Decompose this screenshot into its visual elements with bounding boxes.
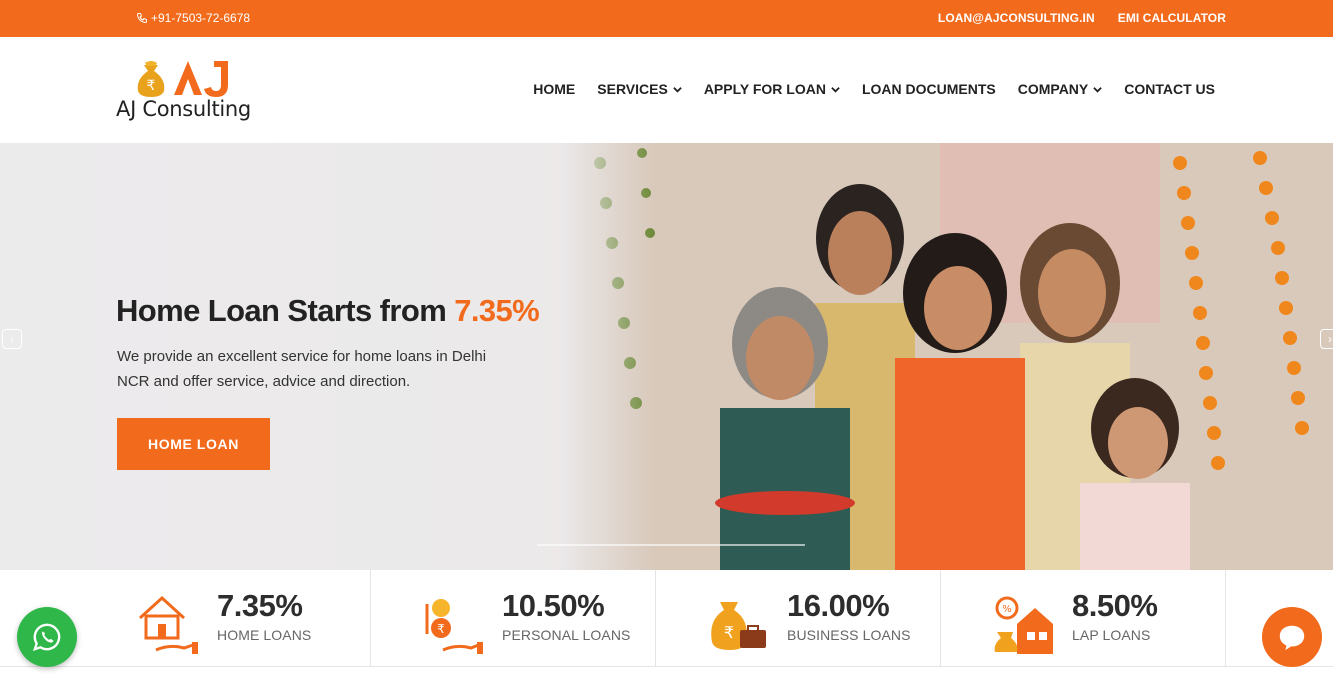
- nav-contact-label: CONTACT US: [1124, 81, 1215, 97]
- phone-number: +91-7503-72-6678: [151, 11, 251, 25]
- rupee-coin-hand-icon: ₹: [425, 599, 483, 654]
- rate-card-business[interactable]: ₹ 16.00% BUSINESS LOANS: [656, 570, 941, 666]
- hero-slider: Home Loan Starts from 7.35% We provide a…: [0, 143, 1333, 570]
- whatsapp-button[interactable]: [17, 607, 77, 667]
- nav-services[interactable]: SERVICES: [597, 81, 682, 97]
- nav-apply-label: APPLY FOR LOAN: [703, 81, 826, 97]
- nav-company-label: COMPANY: [1017, 81, 1089, 97]
- rate-value: 7.35%: [217, 588, 303, 623]
- rate-value: 10.50%: [502, 588, 605, 623]
- live-chat-button[interactable]: [1262, 607, 1322, 667]
- slider-progress: [537, 544, 805, 546]
- logo-mark-icon: ₹: [137, 61, 228, 97]
- chevron-right-icon: ›: [1328, 332, 1332, 346]
- phone-icon: [136, 13, 147, 24]
- emi-calculator-link[interactable]: EMI CALCULATOR: [1118, 11, 1226, 25]
- rate-value: 16.00%: [787, 588, 890, 623]
- chevron-down-icon: [1093, 86, 1103, 93]
- nav-home[interactable]: HOME: [533, 81, 575, 97]
- property-loan-icon: %: [994, 596, 1053, 654]
- nav-home-label: HOME: [533, 81, 576, 97]
- site-logo[interactable]: ₹ AJ Consulting: [116, 57, 256, 125]
- rate-card-home[interactable]: 7.35% HOME LOANS: [86, 570, 371, 666]
- top-bar: +91-7503-72-6678 LOAN@AJCONSULTING.IN EM…: [0, 0, 1333, 37]
- hero-title: Home Loan Starts from 7.35%: [116, 293, 540, 329]
- hero-title-rate: 7.35%: [454, 293, 540, 328]
- family-photo: [560, 143, 1333, 570]
- nav-documents-label: LOAN DOCUMENTS: [861, 81, 996, 97]
- rate-label: HOME LOANS: [217, 627, 312, 643]
- nav-apply-for-loan[interactable]: APPLY FOR LOAN: [704, 81, 840, 97]
- rate-label: LAP LOANS: [1072, 627, 1151, 643]
- house-hand-icon: [138, 595, 198, 654]
- nav-contact-us[interactable]: CONTACT US: [1124, 81, 1215, 97]
- money-bag-briefcase-icon: ₹: [711, 602, 766, 650]
- svg-text:%: %: [1002, 604, 1012, 615]
- chat-bubble-icon: [1279, 625, 1305, 651]
- nav-company[interactable]: COMPANY: [1018, 81, 1103, 97]
- svg-text:₹: ₹: [724, 623, 734, 642]
- logo-text: AJ Consulting: [116, 97, 251, 121]
- rate-label: BUSINESS LOANS: [787, 627, 911, 643]
- whatsapp-icon: [32, 623, 61, 652]
- svg-text:₹: ₹: [147, 78, 156, 94]
- slider-next-button[interactable]: ›: [1320, 329, 1333, 349]
- hero-title-text: Home Loan Starts from: [116, 293, 455, 328]
- chevron-left-icon: ‹: [10, 332, 14, 346]
- site-header: ₹ AJ Consulting HOME SERVICES APPLY FOR …: [0, 37, 1333, 143]
- rate-label: PERSONAL LOANS: [502, 627, 631, 643]
- nav-services-label: SERVICES: [597, 81, 668, 97]
- loan-rates-strip: 7.35% HOME LOANS ₹ 10.50% PERSONAL LOANS…: [0, 570, 1333, 667]
- nav-loan-documents[interactable]: LOAN DOCUMENTS: [862, 81, 996, 97]
- rate-card-lap[interactable]: % 8.50% LAP LOANS: [941, 570, 1226, 666]
- svg-text:₹: ₹: [437, 622, 445, 636]
- slider-prev-button[interactable]: ‹: [2, 329, 22, 349]
- chevron-down-icon: [673, 86, 682, 93]
- rate-value: 8.50%: [1072, 588, 1158, 623]
- hero-description: We provide an excellent service for home…: [117, 348, 487, 390]
- phone-link[interactable]: +91-7503-72-6678: [136, 11, 250, 25]
- main-nav: HOME SERVICES APPLY FOR LOAN LOAN DOCUME…: [533, 81, 1215, 97]
- home-loan-button[interactable]: HOME LOAN: [117, 418, 270, 470]
- email-link[interactable]: LOAN@AJCONSULTING.IN: [938, 11, 1095, 25]
- rate-card-personal[interactable]: ₹ 10.50% PERSONAL LOANS: [371, 570, 656, 666]
- chevron-down-icon: [831, 86, 840, 93]
